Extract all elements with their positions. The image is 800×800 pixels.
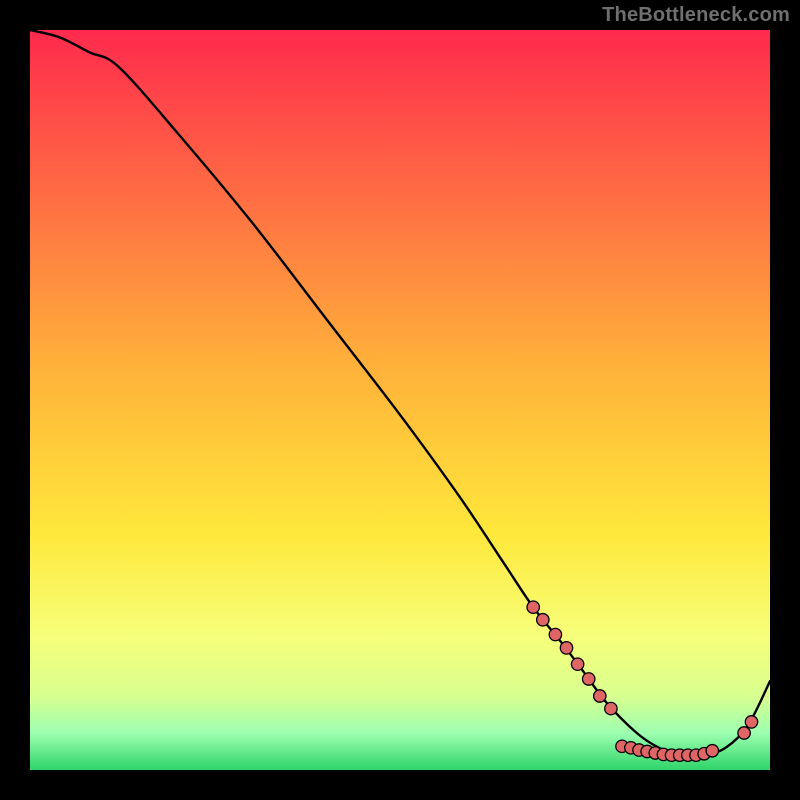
data-marker	[527, 601, 539, 613]
gradient-plot-area	[30, 30, 770, 770]
data-marker	[571, 658, 583, 670]
watermark-text: TheBottleneck.com	[602, 4, 790, 27]
bottleneck-chart	[0, 0, 800, 800]
data-marker	[706, 745, 718, 757]
data-marker	[537, 614, 549, 626]
data-marker	[583, 673, 595, 685]
data-marker	[745, 716, 757, 728]
data-marker	[738, 727, 750, 739]
data-marker	[605, 702, 617, 714]
data-marker	[594, 690, 606, 702]
data-marker	[549, 628, 561, 640]
data-marker	[560, 642, 572, 654]
chart-stage: TheBottleneck.com	[0, 0, 800, 800]
